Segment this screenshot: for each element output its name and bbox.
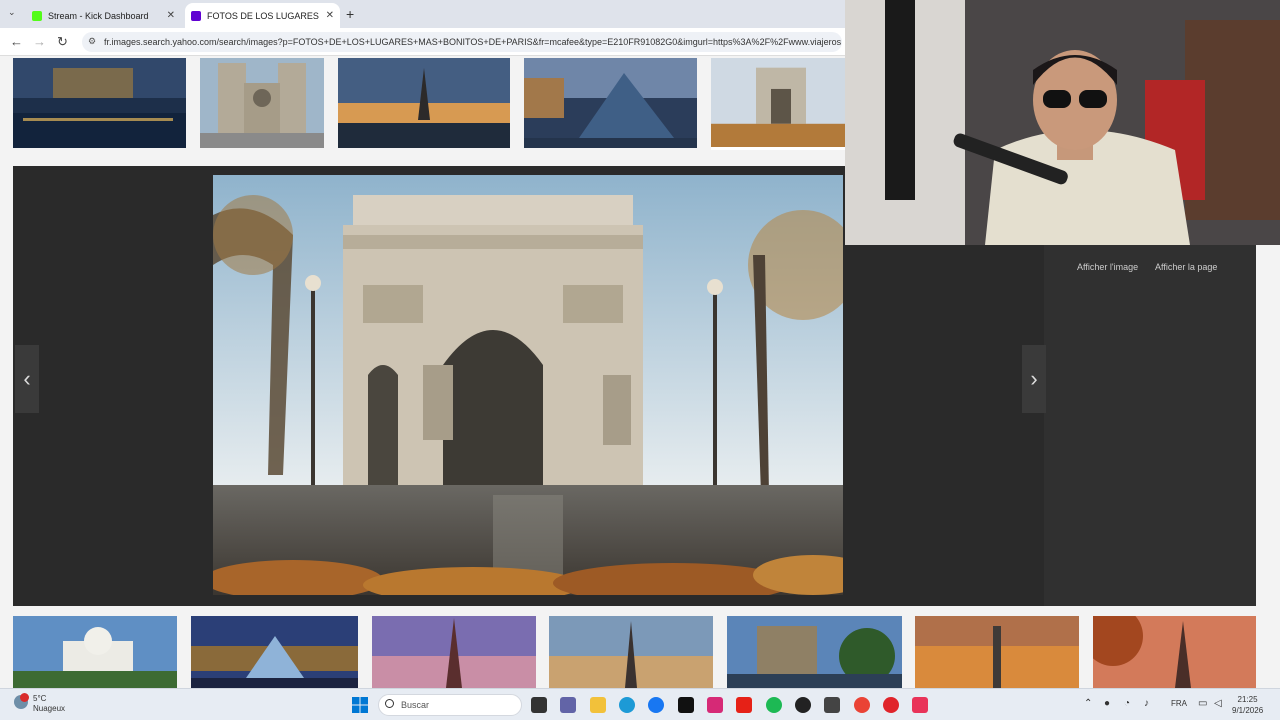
tab-yahoo-images[interactable]: FOTOS DE LOS LUGARES MAS ✕ (185, 3, 340, 28)
chevron-right-icon: › (1030, 366, 1038, 391)
close-tab-icon[interactable]: ✕ (326, 10, 334, 21)
microphone-icon[interactable]: ♪ (1144, 698, 1149, 709)
forward-icon[interactable]: → (33, 34, 46, 49)
back-icon[interactable]: ← (10, 34, 23, 49)
previous-image-button[interactable]: ‹ (15, 345, 39, 413)
yahoo-icon (191, 10, 201, 21)
task-view-icon[interactable] (531, 697, 547, 713)
windows-start-icon[interactable] (352, 697, 368, 713)
thumbnail-arc-selected[interactable] (711, 58, 845, 150)
chevron-up-icon[interactable]: ⌃ (1084, 698, 1092, 709)
network-icon[interactable]: ▭ (1198, 698, 1207, 709)
thumbnail-eiffel-purple[interactable] (372, 616, 536, 688)
tab-strip: ⌄ Stream - Kick Dashboard ✕ FOTOS DE LOS… (0, 0, 845, 28)
close-tab-icon[interactable]: ✕ (167, 10, 175, 21)
thumbnail-louvre-pyramid[interactable] (524, 58, 697, 148)
kick-icon (32, 10, 42, 21)
instagram-icon[interactable] (707, 697, 723, 713)
volume-icon[interactable]: ◁ (1214, 698, 1222, 709)
weather-description: Nuageux (33, 704, 66, 713)
site-info-icon[interactable]: ⚙ (88, 36, 96, 47)
chevron-left-icon: ‹ (23, 366, 31, 391)
wifi-icon[interactable]: ◔ (1124, 698, 1130, 709)
browser-toolbar: ← → ↻ fr.images.search.yahoo.com/search/… (0, 28, 845, 56)
screen-recorder-icon[interactable] (883, 697, 899, 713)
tab-label: FOTOS DE LOS LUGARES MAS (207, 10, 320, 21)
thumbnail-notre-dame[interactable] (200, 58, 324, 148)
weather-temperature: 5°C (33, 694, 47, 703)
tab-search-button[interactable]: ⌄ (8, 7, 16, 18)
youtube-icon[interactable] (736, 697, 752, 713)
file-explorer-icon[interactable] (590, 697, 606, 713)
view-page-button[interactable]: Afficher la page (1155, 262, 1217, 276)
weather-widget[interactable]: 5°C Nuageux (33, 694, 65, 714)
clock-time: 21:25 (1237, 695, 1258, 704)
notification-badge (20, 693, 29, 702)
image-details-panel (1044, 245, 1256, 606)
edge-icon[interactable] (619, 697, 635, 713)
new-tab-button[interactable]: + (346, 6, 354, 22)
chrome-icon[interactable] (854, 697, 870, 713)
teams-icon[interactable] (560, 697, 576, 713)
thumbnail-louvre-night[interactable] (191, 616, 358, 688)
thumbnail-seine-night[interactable] (13, 58, 186, 148)
search-icon (385, 699, 394, 708)
thumbnail-eiffel-autumn[interactable] (1093, 616, 1256, 688)
facebook-icon[interactable] (648, 697, 664, 713)
thumbnail-eiffel-sunset[interactable] (338, 58, 510, 148)
tray-app-icon[interactable]: ● (1104, 698, 1110, 709)
tab-label: Stream - Kick Dashboard (48, 10, 149, 21)
app-icon[interactable] (824, 697, 840, 713)
reload-icon[interactable]: ↻ (57, 34, 68, 50)
thumbnail-eiffel-dusk[interactable] (549, 616, 713, 688)
preview-image-arc-de-triomphe[interactable] (203, 175, 873, 603)
tab-kick-dashboard[interactable]: Stream - Kick Dashboard ✕ (26, 3, 181, 28)
clock-date: 9/1/2026 (1232, 706, 1264, 715)
tiktok-studio-icon[interactable] (912, 697, 928, 713)
next-image-button[interactable]: › (1022, 345, 1046, 413)
thumbnail-sacre-coeur[interactable] (13, 616, 177, 688)
taskbar: 5°C Nuageux Buscar ⌃ ● ◔ ♪ FRA ▭ ◁ 21:25… (0, 688, 1280, 720)
thumbnail-notre-dame-river[interactable] (727, 616, 902, 688)
address-bar[interactable]: fr.images.search.yahoo.com/search/images… (82, 32, 842, 52)
taskbar-search-box[interactable]: Buscar (378, 694, 522, 716)
language-indicator[interactable]: FRA (1171, 699, 1187, 708)
view-image-button[interactable]: Afficher l'image (1077, 262, 1138, 276)
thumbnail-column-sunset[interactable] (915, 616, 1079, 688)
tiktok-icon[interactable] (678, 697, 694, 713)
obs-icon[interactable] (795, 697, 811, 713)
spotify-icon[interactable] (766, 697, 782, 713)
webcam-overlay (845, 0, 1280, 245)
system-clock[interactable]: 21:25 9/1/2026 (1232, 694, 1263, 716)
